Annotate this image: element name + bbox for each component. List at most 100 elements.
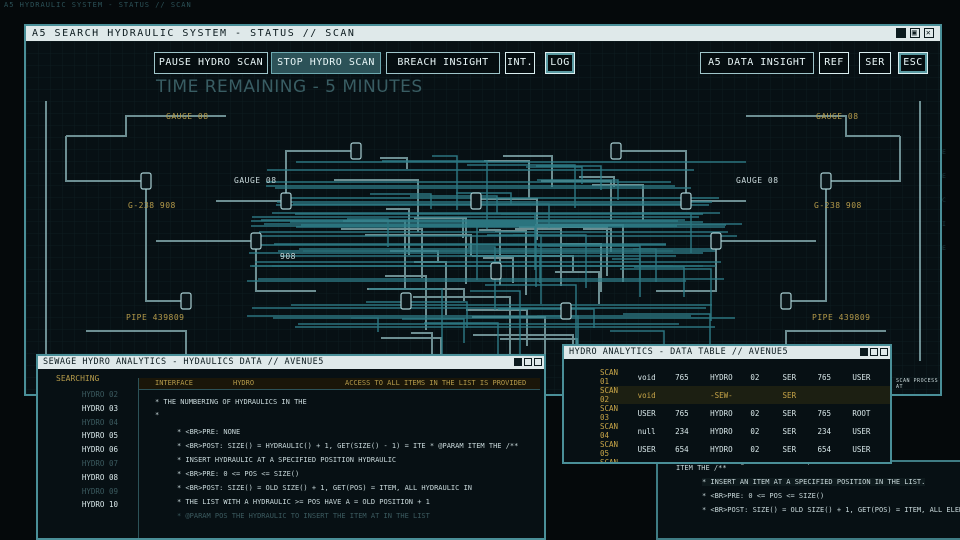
a5-data-insight-button[interactable]: A5 DATA INSIGHT: [700, 52, 814, 74]
pipe-label: PIPE 439809: [126, 313, 185, 322]
table-cell: 02: [750, 372, 760, 382]
log-button[interactable]: LOG: [545, 52, 575, 74]
code-line: * <BR>PRE: 0 <= POS <= SIZE(): [702, 492, 825, 500]
code-line: * <BR>POST: SIZE() = OLD SIZE() + 1, GET…: [177, 484, 473, 492]
pipe-label: PIPE 439809: [812, 313, 871, 322]
table-cell: SCAN 01: [600, 368, 619, 386]
access-label: ACCESS TO ALL ITEMS IN THE LIST IS PROVI…: [345, 379, 527, 387]
list-item[interactable]: HYDRO 05: [78, 429, 118, 443]
main-window: A5 SEARCH HYDRAULIC SYSTEM - STATUS // S…: [24, 24, 942, 396]
gauge-label: GAUGE 08: [816, 112, 859, 121]
table-cell: 765: [675, 408, 689, 418]
code-line: * INSERT AN ITEM AT A SPECIFIED POSITION…: [702, 478, 926, 486]
sewage-analytics-panel: SEWAGE HYDRO ANALYTICS - HYDAULICS DATA …: [36, 354, 546, 540]
code-view: INTERFACE HYDRO ACCESS TO ALL ITEMS IN T…: [138, 378, 540, 538]
code-line: * <BR>PRE: 0 <= POS <= SIZE(): [177, 470, 300, 478]
table-cell: 765: [675, 372, 689, 382]
table-cell: 02: [750, 426, 760, 436]
table-cell: ROOT: [852, 408, 871, 418]
close-icon[interactable]: [534, 358, 542, 366]
table-cell: SER: [783, 458, 818, 462]
table-row[interactable]: SCAN 02 void -SEW- SER: [600, 386, 890, 404]
table-cell: 654: [817, 444, 831, 454]
data-table-panel: HYDRO ANALYTICS - DATA TABLE // AVENUE5 …: [562, 344, 892, 464]
data-table: SCAN 01 void 765 HYDRO 02 SER 765 USER SCAN 02 vo…: [600, 368, 890, 462]
table-cell: ROOT: [638, 458, 676, 462]
scan-process-label: SCAN PROCESS AT: [896, 378, 939, 390]
breach-insight-button[interactable]: BREACH INSIGHT: [386, 52, 500, 74]
table-row[interactable]: SCAN 04 null 234 HYDRO 02 SER 234 USER: [600, 422, 890, 440]
background-code-panel: * = ITE * @PARAM ITEM THE /** ITEM THE /…: [656, 458, 960, 540]
code-line: * INSERT HYDRAULIC AT A SPECIFIED POSITI…: [177, 456, 397, 464]
table-cell: HYDRO: [710, 426, 733, 436]
table-cell: 234: [817, 426, 831, 436]
gauge-value: 908: [280, 252, 296, 261]
minimize-icon[interactable]: [514, 358, 522, 366]
main-titlebar: A5 SEARCH HYDRAULIC SYSTEM - STATUS // S…: [26, 26, 940, 41]
code-line: *: [155, 411, 160, 419]
code-line: * THE NUMBERING OF HYDRAULICS IN THE: [155, 398, 307, 406]
table-row[interactable]: SCAN 03 USER 765 HYDRO 02 SER 765 ROOT: [600, 404, 890, 422]
table-cell: SCAN 05: [600, 440, 619, 458]
int-button[interactable]: INT.: [505, 52, 535, 74]
code-line: * @PARAM POS THE HYDRAULIC TO INSERT THE…: [177, 512, 430, 520]
close-icon[interactable]: ✕: [924, 28, 934, 38]
table-cell: 654: [675, 444, 689, 454]
table-row[interactable]: SCAN 01 void 765 HYDRO 02 SER 765 USER: [600, 368, 890, 386]
hydro-label: HYDRO: [233, 379, 255, 387]
maximize-icon[interactable]: ▣: [910, 28, 920, 38]
sewage-panel-title-text: SEWAGE HYDRO ANALYTICS - HYDAULICS DATA …: [43, 357, 324, 367]
sewage-panel-title: SEWAGE HYDRO ANALYTICS - HYDAULICS DATA …: [38, 356, 544, 369]
table-row[interactable]: SCAN 06ROOT756HYDRO--SER756USER: [600, 458, 890, 462]
searching-label: SEARCHING: [56, 374, 100, 383]
table-cell: 02: [750, 444, 760, 454]
gauge-label: GAUGE 08: [166, 112, 209, 121]
code-line: * <BR>POST: SIZE() = OLD SIZE() + 1, GET…: [702, 506, 960, 514]
table-cell: 234: [675, 426, 689, 436]
table-cell: SER: [782, 408, 797, 418]
maximize-icon[interactable]: [870, 348, 878, 356]
list-item[interactable]: HYDRO 09: [78, 485, 118, 499]
main-window-title: A5 SEARCH HYDRAULIC SYSTEM - STATUS // S…: [32, 28, 356, 39]
list-item[interactable]: HYDRO 10: [78, 498, 118, 512]
g-238-label: G-238 908: [814, 201, 862, 210]
interface-label: INTERFACE: [155, 379, 193, 387]
list-item[interactable]: HYDRO 03: [78, 402, 118, 416]
table-cell: 765: [817, 408, 831, 418]
list-item[interactable]: HYDRO 08: [78, 471, 118, 485]
background-title: A5 HYDRAULIC SYSTEM - STATUS // SCAN: [4, 1, 192, 9]
table-cell: [852, 386, 890, 404]
data-table-title: HYDRO ANALYTICS - DATA TABLE // AVENUE5: [564, 346, 890, 359]
table-cell: SCAN 04: [600, 422, 619, 440]
right-edge-fragments: EECIE: [942, 148, 946, 252]
table-cell: USER: [852, 426, 871, 436]
table-row[interactable]: SCAN 05 USER 654 HYDRO 02 SER 654 USER: [600, 440, 890, 458]
ser-button[interactable]: SER: [859, 52, 891, 74]
minimize-icon[interactable]: ▁: [896, 28, 906, 38]
list-item[interactable]: HYDRO 07: [78, 457, 118, 471]
g-238-label: G-238 908: [128, 201, 176, 210]
list-item[interactable]: HYDRO 04: [78, 416, 118, 430]
code-header: INTERFACE HYDRO ACCESS TO ALL ITEMS IN T…: [139, 378, 540, 390]
table-cell: [750, 386, 783, 404]
table-cell: HYDRO: [710, 372, 733, 382]
table-cell: USER: [852, 444, 871, 454]
list-item[interactable]: HYDRO 02: [78, 388, 118, 402]
pause-hydro-scan-button[interactable]: PAUSE HYDRO SCAN: [154, 52, 268, 74]
code-line: ITEM THE /**: [676, 464, 727, 472]
esc-button[interactable]: ESC: [898, 52, 928, 74]
list-item[interactable]: HYDRO 06: [78, 443, 118, 457]
table-cell: SER: [782, 386, 818, 404]
table-cell: USER: [852, 372, 871, 382]
close-icon[interactable]: [880, 348, 888, 356]
table-cell: HYDRO: [710, 458, 750, 462]
hydro-list: HYDRO 02 HYDRO 03 HYDRO 04 HYDRO 05 HYDR…: [78, 388, 118, 512]
ref-button[interactable]: REF: [819, 52, 849, 74]
table-cell: 765: [817, 372, 831, 382]
stop-hydro-scan-button[interactable]: STOP HYDRO SCAN: [271, 52, 381, 74]
table-cell: [675, 386, 711, 404]
maximize-icon[interactable]: [524, 358, 532, 366]
table-cell: HYDRO: [710, 444, 733, 454]
minimize-icon[interactable]: [860, 348, 868, 356]
data-table-title-text: HYDRO ANALYTICS - DATA TABLE // AVENUE5: [569, 347, 789, 357]
